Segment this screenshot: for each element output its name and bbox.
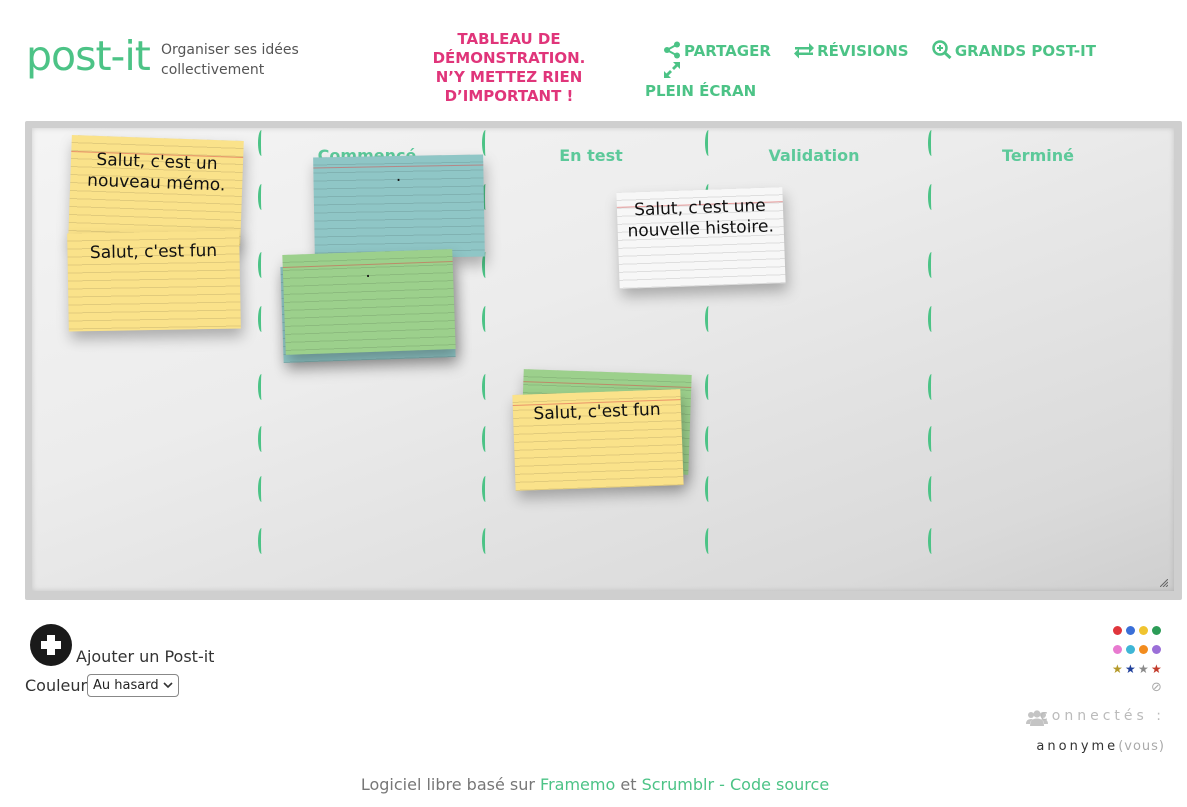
note-text[interactable]: Salut, c'est fun <box>513 399 682 426</box>
color-dot-green[interactable] <box>1152 626 1161 635</box>
zoom-in-icon <box>932 40 952 60</box>
color-select-value: Au hasard <box>93 678 159 693</box>
share-label: PARTAGER <box>684 42 771 60</box>
sticky-note[interactable]: Salut, c'est fun <box>67 230 241 332</box>
note-text[interactable]: Salut, c'est un nouveau mémo. <box>70 149 243 197</box>
color-dot-orange[interactable] <box>1139 645 1148 654</box>
note-text[interactable]: Salut, c'est fun <box>67 241 239 265</box>
footer-prefix: Logiciel libre basé sur <box>360 775 535 794</box>
fullscreen-icon-button[interactable] <box>663 61 684 81</box>
note-text[interactable]: . <box>313 165 483 189</box>
user-name[interactable]: anonyme <box>1036 739 1118 754</box>
color-dot-red[interactable] <box>1113 626 1122 635</box>
color-dot-yellow[interactable] <box>1139 626 1148 635</box>
fullscreen-button[interactable]: PLEIN ÉCRAN <box>645 81 1125 101</box>
star-icon-red[interactable]: ★ <box>1151 663 1162 675</box>
big-postits-button[interactable]: GRANDS POST-IT <box>932 40 1096 61</box>
color-dot-cyan[interactable] <box>1126 645 1135 654</box>
chevron-down-icon <box>163 682 173 689</box>
note-text[interactable]: . <box>283 259 454 286</box>
demo-warning: TABLEAU DE DÉMONSTRATION. N’Y METTEZ RIE… <box>432 30 586 105</box>
color-select[interactable]: Au hasard <box>87 674 179 697</box>
color-dot-pink[interactable] <box>1113 645 1122 654</box>
column-divider[interactable] <box>928 128 940 591</box>
add-postit-button[interactable] <box>30 624 72 666</box>
big-postits-label: GRANDS POST-IT <box>954 42 1096 60</box>
user-you: (vous) <box>1118 739 1165 754</box>
sticky-note[interactable]: Salut, c'est une nouvelle histoire. <box>616 187 786 289</box>
revisions-button[interactable]: RÉVISIONS <box>794 41 909 61</box>
tagline: Organiser ses idées collectivement <box>161 42 299 78</box>
framemo-link[interactable]: Framemo <box>540 775 615 794</box>
footer: Logiciel libre basé sur Framemo et Scrum… <box>0 775 1187 794</box>
scrumblr-link[interactable]: Scrumblr - Code source <box>642 775 830 794</box>
star-icon-gold[interactable]: ★ <box>1112 663 1123 675</box>
footer-middle: et <box>620 775 637 794</box>
sticky-note[interactable]: Salut, c'est un nouveau mémo. <box>68 135 244 246</box>
column-header-en-test[interactable]: En test <box>511 146 671 165</box>
color-dot-blue[interactable] <box>1126 626 1135 635</box>
revisions-label: RÉVISIONS <box>817 42 909 60</box>
share-button[interactable]: PARTAGER <box>663 41 771 61</box>
no-color-icon[interactable]: ⊘ <box>1151 680 1162 695</box>
exchange-icon <box>794 43 815 59</box>
main-nav: PARTAGER RÉVISIONS GRANDS POST-IT PLEIN … <box>645 40 1125 101</box>
color-dot-purple[interactable] <box>1152 645 1161 654</box>
sticky-note[interactable]: . <box>282 249 456 355</box>
board[interactable]: Commencé En test Validation Terminé Salu… <box>32 128 1174 591</box>
add-postit-label[interactable]: Ajouter un Post-it <box>76 647 214 666</box>
connected-user: anonyme(vous) <box>990 739 1165 754</box>
star-icon-blue[interactable]: ★ <box>1125 663 1136 675</box>
column-header-validation[interactable]: Validation <box>734 146 894 165</box>
sticky-note[interactable]: Salut, c'est fun <box>512 389 684 491</box>
logo[interactable]: post-it <box>26 32 151 80</box>
color-label: Couleur <box>25 676 88 695</box>
share-icon <box>664 41 680 59</box>
column-divider[interactable] <box>258 128 270 591</box>
sticky-note[interactable]: . <box>313 154 485 260</box>
note-text[interactable]: Salut, c'est une nouvelle histoire. <box>617 195 784 243</box>
expand-icon <box>664 62 680 78</box>
star-icon-gray[interactable]: ★ <box>1138 663 1149 675</box>
column-header-termine[interactable]: Terminé <box>958 146 1118 165</box>
resize-handle-icon[interactable] <box>1160 579 1168 587</box>
connected-label: connectés : <box>1040 708 1165 724</box>
